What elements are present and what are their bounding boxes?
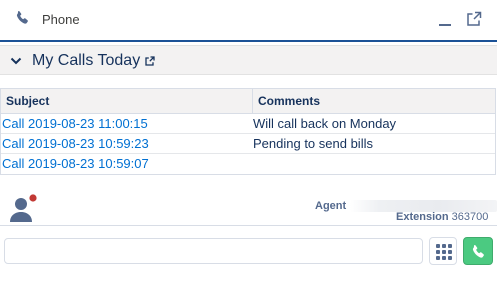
agent-label: Agent (315, 200, 347, 212)
status-indicator-icon (28, 193, 38, 203)
keypad-button[interactable] (429, 237, 457, 265)
minimize-button[interactable] (438, 12, 452, 28)
call-comment: Pending to send bills (253, 136, 373, 151)
popout-icon[interactable] (466, 11, 482, 27)
column-header-comments[interactable]: Comments (253, 89, 495, 113)
table-row: Call 2019-08-23 11:00:15 Will call back … (1, 114, 495, 134)
extension-value: 363700 (451, 211, 489, 223)
call-link[interactable]: Call 2019-08-23 10:59:23 (2, 136, 149, 151)
softphone-title: Phone (42, 12, 80, 27)
table-row: Call 2019-08-23 10:59:07 (1, 154, 495, 174)
table-row: Call 2019-08-23 10:59:23 Pending to send… (1, 134, 495, 154)
extension-label: Extension (396, 211, 449, 223)
phone-call-icon (472, 245, 484, 258)
table-header: Subject Comments (1, 89, 495, 114)
extension-info: Extension 363700 (396, 211, 488, 223)
section-title: My Calls Today (32, 52, 141, 69)
call-comment: Will call back on Monday (253, 116, 397, 131)
column-header-subject[interactable]: Subject (1, 89, 253, 113)
call-link[interactable]: Call 2019-08-23 11:00:15 (2, 116, 148, 131)
chevron-down-icon[interactable] (10, 55, 22, 67)
call-comment (253, 154, 495, 174)
keypad-icon (436, 244, 452, 260)
minimize-icon (439, 24, 451, 26)
softphone-header: Phone (0, 0, 497, 42)
calls-table: Subject Comments Call 2019-08-23 11:00:1… (0, 88, 496, 175)
call-link[interactable]: Call 2019-08-23 10:59:07 (2, 156, 149, 171)
dial-number-input[interactable] (4, 238, 423, 264)
call-button[interactable] (463, 237, 493, 265)
external-link-icon[interactable] (145, 56, 155, 66)
divider (0, 225, 497, 226)
softphone-panel: Phone My Calls Today Subject Comments Ca… (0, 0, 497, 281)
my-calls-section-header: My Calls Today (0, 45, 497, 75)
user-avatar-icon[interactable] (7, 193, 39, 223)
phone-icon (16, 11, 28, 24)
